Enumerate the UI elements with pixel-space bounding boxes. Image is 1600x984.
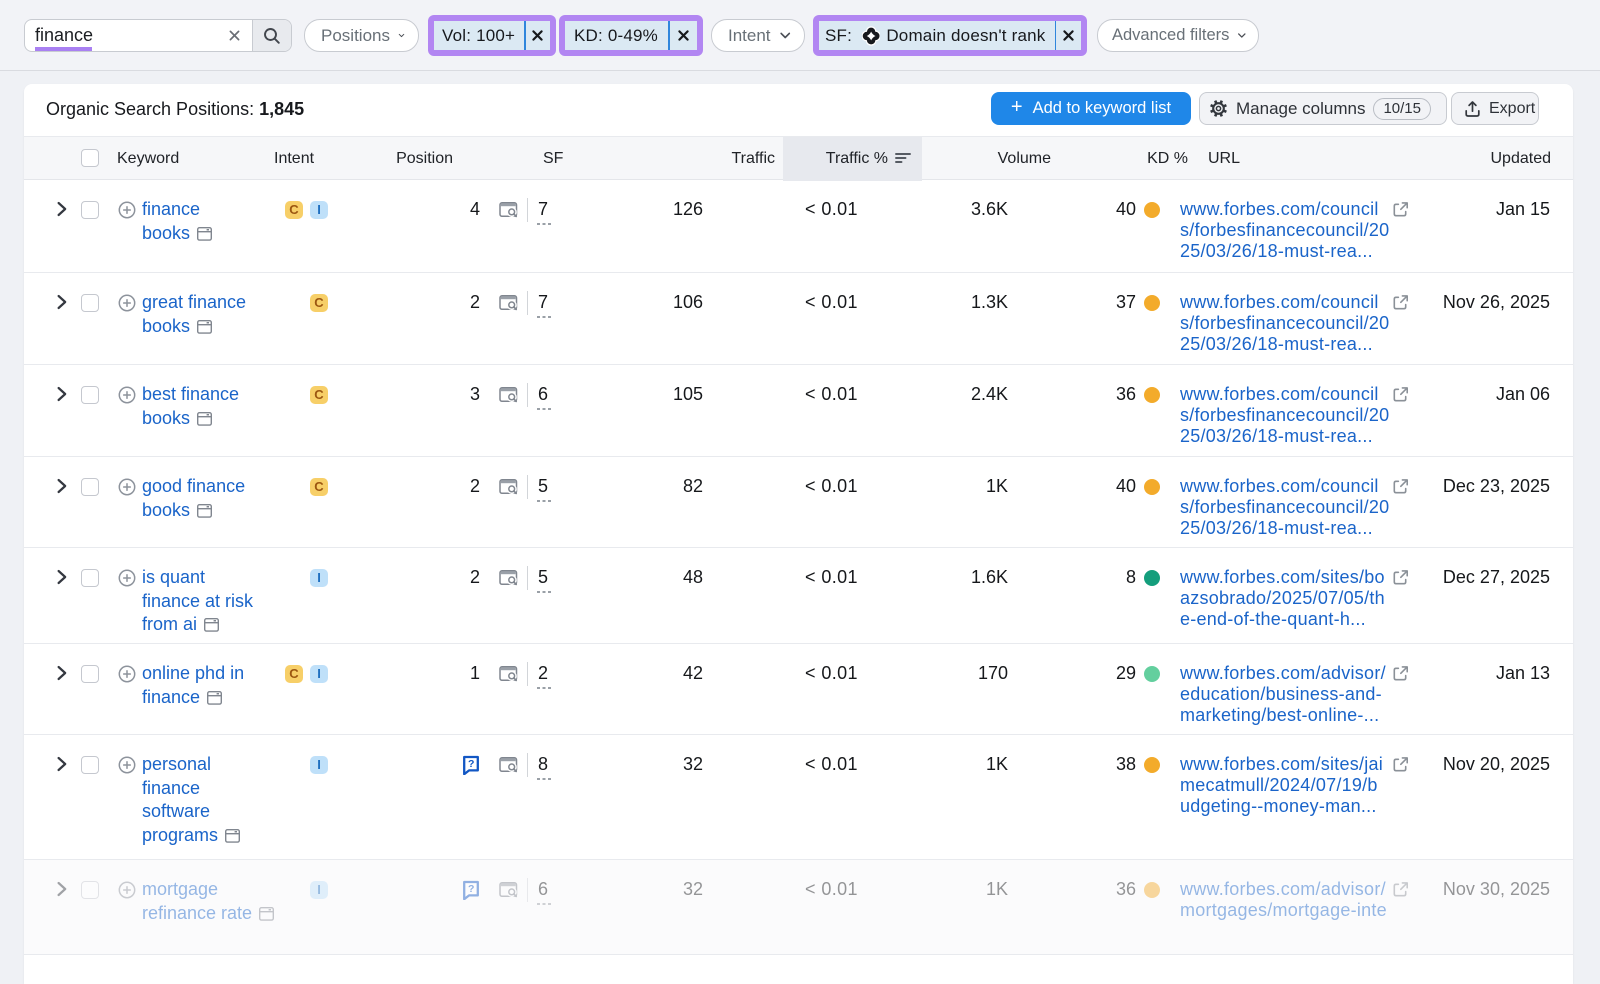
svg-text:?: ? — [468, 758, 474, 770]
svg-text:?: ? — [468, 883, 474, 895]
